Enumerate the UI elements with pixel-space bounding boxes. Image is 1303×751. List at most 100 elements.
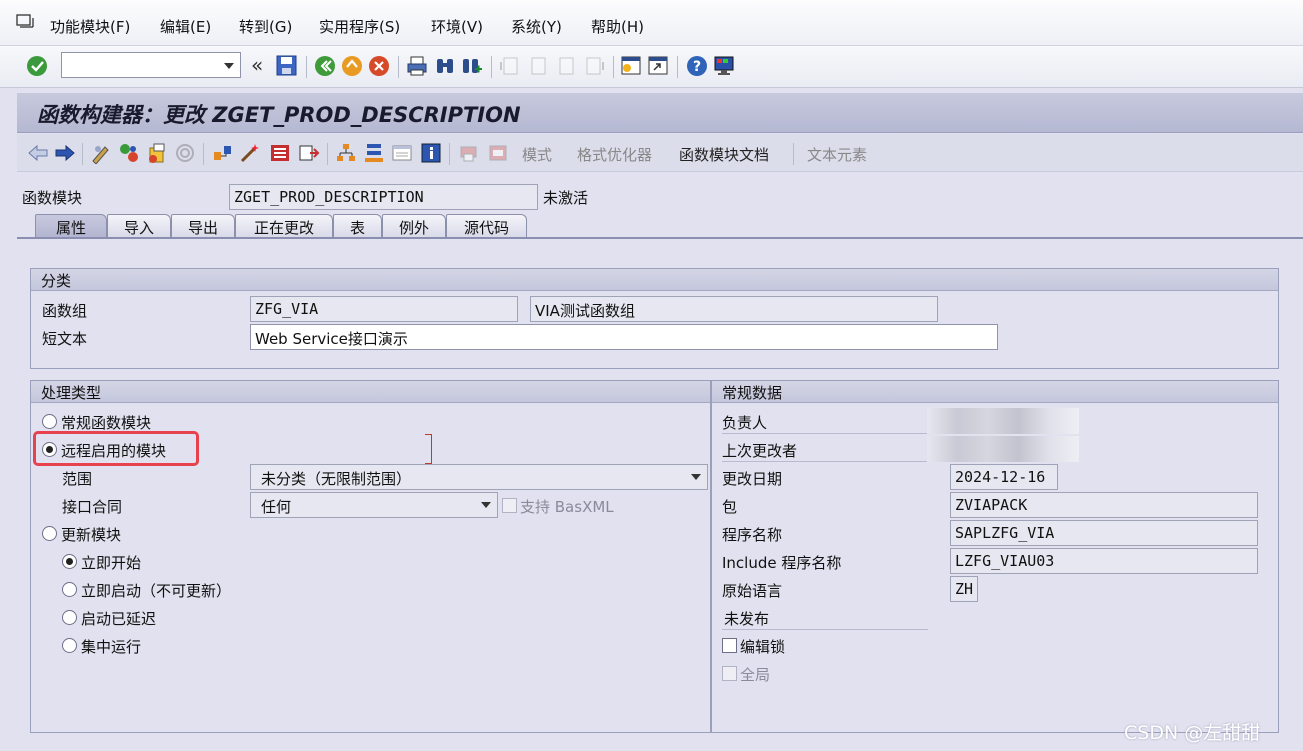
general-data-title: 常规数据 [712,381,1278,403]
scope-chevron-down-icon[interactable] [691,474,701,480]
menu-utilities[interactable]: 实用程序(S) [319,16,400,37]
display-object-icon[interactable] [391,142,413,164]
save-icon[interactable] [276,55,298,77]
basxml-checkbox [502,498,517,513]
original-language-label: 原始语言 [722,582,783,600]
program-name-value: SAPLZFG_VIA [955,524,1055,542]
navigation-window-icon[interactable] [298,142,320,164]
check-icon[interactable] [146,142,168,164]
changed-on-label: 更改日期 [722,470,783,488]
display-change-icon[interactable] [90,142,112,165]
interface-contract-dropdown[interactable]: 任何 [250,492,498,518]
package-value: ZVIAPACK [955,496,1028,514]
radio-start-delayed[interactable] [62,610,77,625]
sap-window: 功能模块(F) 编辑(E) 转到(G) 实用程序(S) 环境(V) 系统(Y) … [0,0,1303,751]
start-immediately-no-update-label: 立即启动（不可更新） [81,582,232,600]
watermark-text: CSDN @左甜甜 [1124,722,1261,744]
next-page-icon [555,55,577,77]
exit-icon[interactable] [341,55,363,77]
menu-system[interactable]: 系统(Y) [511,16,562,37]
short-text-label: 短文本 [42,330,88,348]
tab-source-code-label: 源代码 [463,219,509,237]
print-icon[interactable] [406,55,428,77]
find-next-icon[interactable] [461,55,483,77]
page-title: 函数构建器：更改 ZGET_PROD_DESCRIPTION [37,103,521,127]
radio-normal-fm[interactable] [42,414,57,429]
radio-start-immediately[interactable] [62,554,77,569]
tab-export[interactable]: 导出 [171,214,235,238]
menu-function-module[interactable]: 功能模块(F) [50,16,130,37]
start-immediately-label: 立即开始 [81,554,142,572]
application-toolbar: 模式 格式优化器 函数模块文档 文本元素 [17,134,1303,172]
collapse-command-icon[interactable]: « [251,53,263,77]
interface-chevron-down-icon[interactable] [481,502,491,508]
cancel-icon[interactable] [368,55,390,77]
hierarchy-icon[interactable] [335,142,357,164]
scope-dropdown[interactable]: 未分类（无限制范围） [250,464,708,490]
tree-structure-icon[interactable] [363,142,385,164]
tab-attributes-label: 属性 [55,219,86,237]
radio-update-module[interactable] [42,526,57,541]
include-name-label: Include 程序名称 [722,554,842,572]
owner-underline [722,433,928,434]
tab-exceptions-label: 例外 [398,219,429,237]
interface-contract-value: 任何 [261,498,292,516]
menu-edit[interactable]: 编辑(E) [160,16,211,37]
radio-start-immediately-no-update[interactable] [62,582,77,597]
basxml-label: 支持 BasXML [520,498,614,516]
active-inactive-icon[interactable] [118,142,140,164]
next-object-icon[interactable] [54,142,76,164]
where-used-icon[interactable] [212,142,234,164]
system-toolbar: « ? [0,46,1303,88]
processing-type-title: 处理类型 [31,381,710,403]
menu-environment[interactable]: 环境(V) [431,16,483,37]
tab-changing[interactable]: 正在更改 [235,214,333,238]
pretty-printer-button: 格式优化器 [577,146,653,164]
short-text-value: Web Service接口演示 [255,330,408,348]
title-bar: 函数构建器：更改 ZGET_PROD_DESCRIPTION [17,93,1303,133]
last-changed-by-label: 上次更改者 [722,442,798,460]
previous-page-icon [527,55,549,77]
menu-bar: 功能模块(F) 编辑(E) 转到(G) 实用程序(S) 环境(V) 系统(Y) … [0,0,1303,46]
help-icon[interactable]: ? [686,55,708,77]
command-field[interactable] [61,52,241,78]
edit-lock-checkbox[interactable] [722,638,737,653]
tab-changing-label: 正在更改 [253,219,314,237]
back-icon[interactable] [314,55,336,77]
include-name-value: LZFG_VIAU03 [955,552,1055,570]
update-module-label: 更新模块 [61,526,122,544]
last-page-icon [583,55,605,77]
tab-exceptions[interactable]: 例外 [382,214,446,238]
menu-help[interactable]: 帮助(H) [591,16,644,37]
radio-collective-run[interactable] [62,638,77,653]
object-list-icon[interactable] [269,142,291,164]
system-menu-icon[interactable] [16,14,34,30]
changed-on-field: 2024-12-16 [950,464,1058,490]
tab-tables[interactable]: 表 [333,214,382,238]
customize-layout-icon[interactable] [713,55,735,77]
info-icon[interactable] [420,142,442,164]
function-group-value: ZFG_VIA [255,300,319,318]
tab-tables-label: 表 [349,219,365,237]
command-dropdown-icon[interactable] [224,63,234,69]
owner-blurred-value [927,408,1079,434]
test-magic-wand-icon[interactable] [239,142,261,164]
short-text-input[interactable]: Web Service接口演示 [250,324,998,350]
find-icon[interactable] [434,55,456,77]
remote-enabled-label: 远程启用的模块 [61,442,167,460]
collective-run-label: 集中运行 [81,638,142,656]
function-module-doc-button[interactable]: 函数模块文档 [679,144,769,165]
menu-goto[interactable]: 转到(G) [239,16,292,37]
first-page-icon [499,55,521,77]
previous-object-icon[interactable] [27,142,49,164]
pattern-button: 模式 [522,146,553,164]
enter-check-icon[interactable] [26,55,48,77]
not-released-underline [722,629,928,630]
radio-remote-enabled[interactable] [42,442,57,457]
new-session-icon[interactable] [620,55,642,77]
function-group-field[interactable]: ZFG_VIA [250,296,518,322]
create-shortcut-icon[interactable] [647,55,669,77]
tab-import[interactable]: 导入 [107,214,171,238]
tab-source-code[interactable]: 源代码 [446,214,527,238]
tab-attributes[interactable]: 属性 [35,214,107,238]
